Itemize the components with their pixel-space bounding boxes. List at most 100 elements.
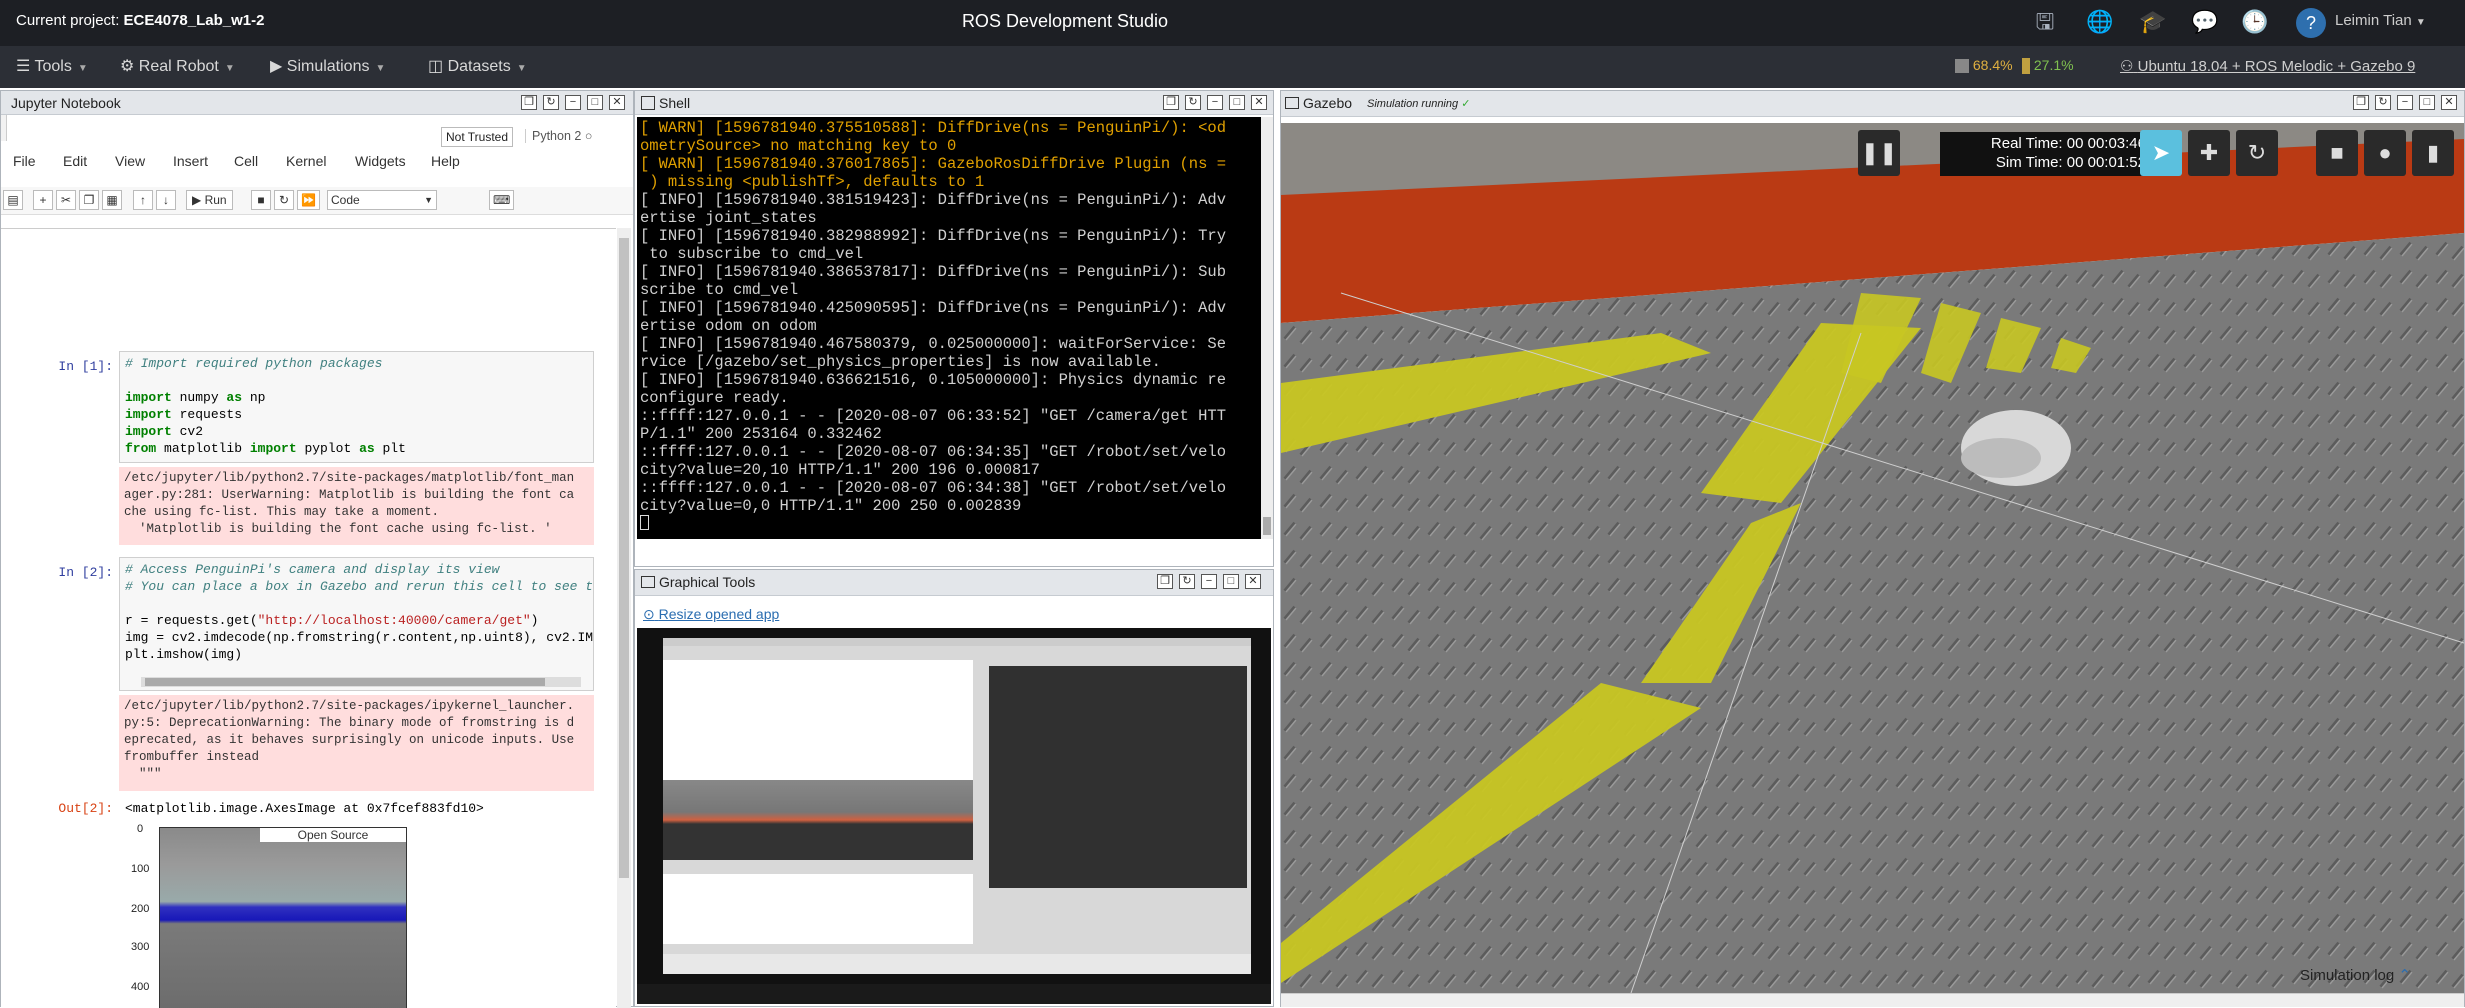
keyboard-icon[interactable]: ⌨ [489,190,515,210]
menu-bar: ☰ Tools ▼ ⚙ Real Robot ▼ ▶ Simulations ▼ ◫ … [0,46,2465,88]
tools-menu[interactable]: ☰ Tools ▼ [16,56,88,78]
terminal-output[interactable]: [ WARN] [1596781940.375510588]: DiffDriv… [637,117,1261,539]
save-icon[interactable]: ▤ [3,190,23,210]
globe-icon[interactable]: 🌐 [2085,7,2115,37]
notebook-left-tab[interactable] [1,115,7,141]
close-icon[interactable]: ✕ [2441,95,2457,110]
paste-icon[interactable]: ▦ [102,190,122,210]
billboard-text: Open Source [260,828,406,842]
gazebo-3d-view[interactable] [1281,123,2464,993]
notebook-menu-cell[interactable]: Cell [234,153,258,169]
datasets-menu[interactable]: ◫ Datasets ▼ [428,56,527,78]
chat-icon[interactable]: 💬 [2190,7,2220,37]
rotate-mode-button[interactable]: ↻ [2236,130,2278,176]
help-icon[interactable]: ? [2296,8,2326,38]
scroll-thumb[interactable] [1263,517,1271,535]
code-cell[interactable]: # Access PenguinPi's camera and display … [119,557,594,691]
memory-value: 27.1% [2033,57,2074,73]
save-icon[interactable]: 🖫 [2030,7,2060,37]
maximize-icon[interactable]: □ [1223,574,1239,589]
maximize-icon[interactable]: □ [587,95,603,110]
minimize-icon[interactable]: − [2397,95,2413,110]
simulation-log-toggle[interactable]: Simulation log ⌃ [2300,966,2411,984]
minimize-icon[interactable]: − [1207,95,1223,110]
run-button[interactable]: ▶ Run [186,190,233,210]
graduation-cap-icon[interactable]: 🎓 [2138,7,2168,37]
app-title: ROS Development Studio [961,11,1169,31]
minimize-icon[interactable]: − [1201,574,1217,589]
minimize-icon[interactable]: − [565,95,581,110]
cpu-usage: 68.4% [1955,57,2013,74]
gazebo-panel: Gazebo Simulation running ✓ ❐ ↻ − □ ✕ [1280,90,2465,1007]
add-cell-icon[interactable]: + [33,190,53,210]
refresh-icon[interactable]: ↻ [543,95,559,110]
notebook-menu-file[interactable]: File [13,153,36,169]
kernel-name: Python 2 [532,129,582,143]
cell-prompt: In [1]: [58,359,113,374]
move-down-icon[interactable]: ↓ [156,190,176,210]
restart-icon[interactable]: ↻ [274,190,294,210]
cell-type-select[interactable]: Code ▼ [327,190,437,210]
rviz-app[interactable] [663,638,1251,974]
y-tick-label: 300 [131,941,150,953]
real-robot-menu[interactable]: ⚙ Real Robot ▼ [120,56,235,78]
clock-icon[interactable]: 🕒 [2240,7,2270,37]
restore-icon[interactable]: ❐ [2353,95,2369,110]
sphere-shape-button[interactable]: ● [2364,130,2406,176]
play-circle-icon: ▶ [270,58,283,75]
refresh-icon[interactable]: ↻ [1185,95,1201,110]
environment-link[interactable]: ⚇ Ubuntu 18.04 + ROS Melodic + Gazebo 9 [2120,57,2415,75]
resize-app-link[interactable]: ⊙ Resize opened app [643,606,779,623]
notebook-menu-insert[interactable]: Insert [173,153,208,169]
rviz-window[interactable] [637,628,1271,1004]
notebook-menu-help[interactable]: Help [431,153,460,169]
box-shape-button[interactable]: ■ [2316,130,2358,176]
cylinder-shape-button[interactable]: ▮ [2412,130,2454,176]
robot-shadow [1961,438,2041,478]
close-icon[interactable]: ✕ [1251,95,1267,110]
notebook-menu-widgets[interactable]: Widgets [355,153,406,169]
jupyter-title: Jupyter Notebook [11,95,121,111]
maximize-icon[interactable]: □ [2419,95,2435,110]
pause-button[interactable]: ❚❚ [1858,130,1900,176]
code-cell[interactable]: # Import required python packages import… [119,351,594,463]
cut-icon[interactable]: ✂ [56,190,76,210]
y-tick-label: 100 [131,863,150,875]
close-icon[interactable]: ✕ [1245,574,1261,589]
restore-icon[interactable]: ❐ [1163,95,1179,110]
refresh-icon[interactable]: ↻ [2375,95,2391,110]
pause-icon: ❚❚ [1860,140,1898,165]
notebook-menu-view[interactable]: View [115,153,145,169]
restore-icon[interactable]: ❐ [1157,574,1173,589]
notebook-menu-kernel[interactable]: Kernel [286,153,326,169]
scroll-thumb[interactable] [145,678,545,686]
tools-icon: ☰ [16,58,31,75]
notebook-menu-edit[interactable]: Edit [63,153,87,169]
cursor-icon: ➤ [2151,140,2171,165]
scroll-thumb[interactable] [619,238,629,878]
refresh-icon[interactable]: ↻ [1179,574,1195,589]
sim-time-label: Sim Time: 00 00:01:52 [1995,154,2146,171]
plot-image: Open Source [159,827,407,1008]
user-menu[interactable]: Leimin Tian ▼ [2335,12,2426,29]
shell-scrollbar[interactable] [1261,117,1273,539]
status-label: Simulation running [1367,98,1459,110]
close-icon[interactable]: ✕ [609,95,625,110]
select-mode-button[interactable]: ➤ [2140,130,2182,176]
fast-forward-icon[interactable]: ⏩ [297,190,320,210]
translate-mode-button[interactable]: ✚ [2188,130,2230,176]
robot-icon: ⚙ [120,58,135,75]
trust-button[interactable]: Not Trusted [441,127,513,147]
simulations-menu[interactable]: ▶ Simulations ▼ [270,56,385,78]
restore-icon[interactable]: ❐ [521,95,537,110]
notebook-scrollbar[interactable] [617,228,631,1008]
chevron-up-icon: ⌃ [2398,967,2411,984]
resize-icon: ⊙ [643,606,655,622]
copy-icon[interactable]: ❐ [79,190,99,210]
move-up-icon[interactable]: ↑ [133,190,153,210]
stop-icon[interactable]: ■ [251,190,271,210]
maximize-icon[interactable]: □ [1229,95,1245,110]
real-time-label: Real Time: 00 00:03:46 [1990,135,2146,152]
horizontal-scrollbar[interactable] [141,677,581,687]
warning-output: /etc/jupyter/lib/python2.7/site-packages… [119,467,594,545]
